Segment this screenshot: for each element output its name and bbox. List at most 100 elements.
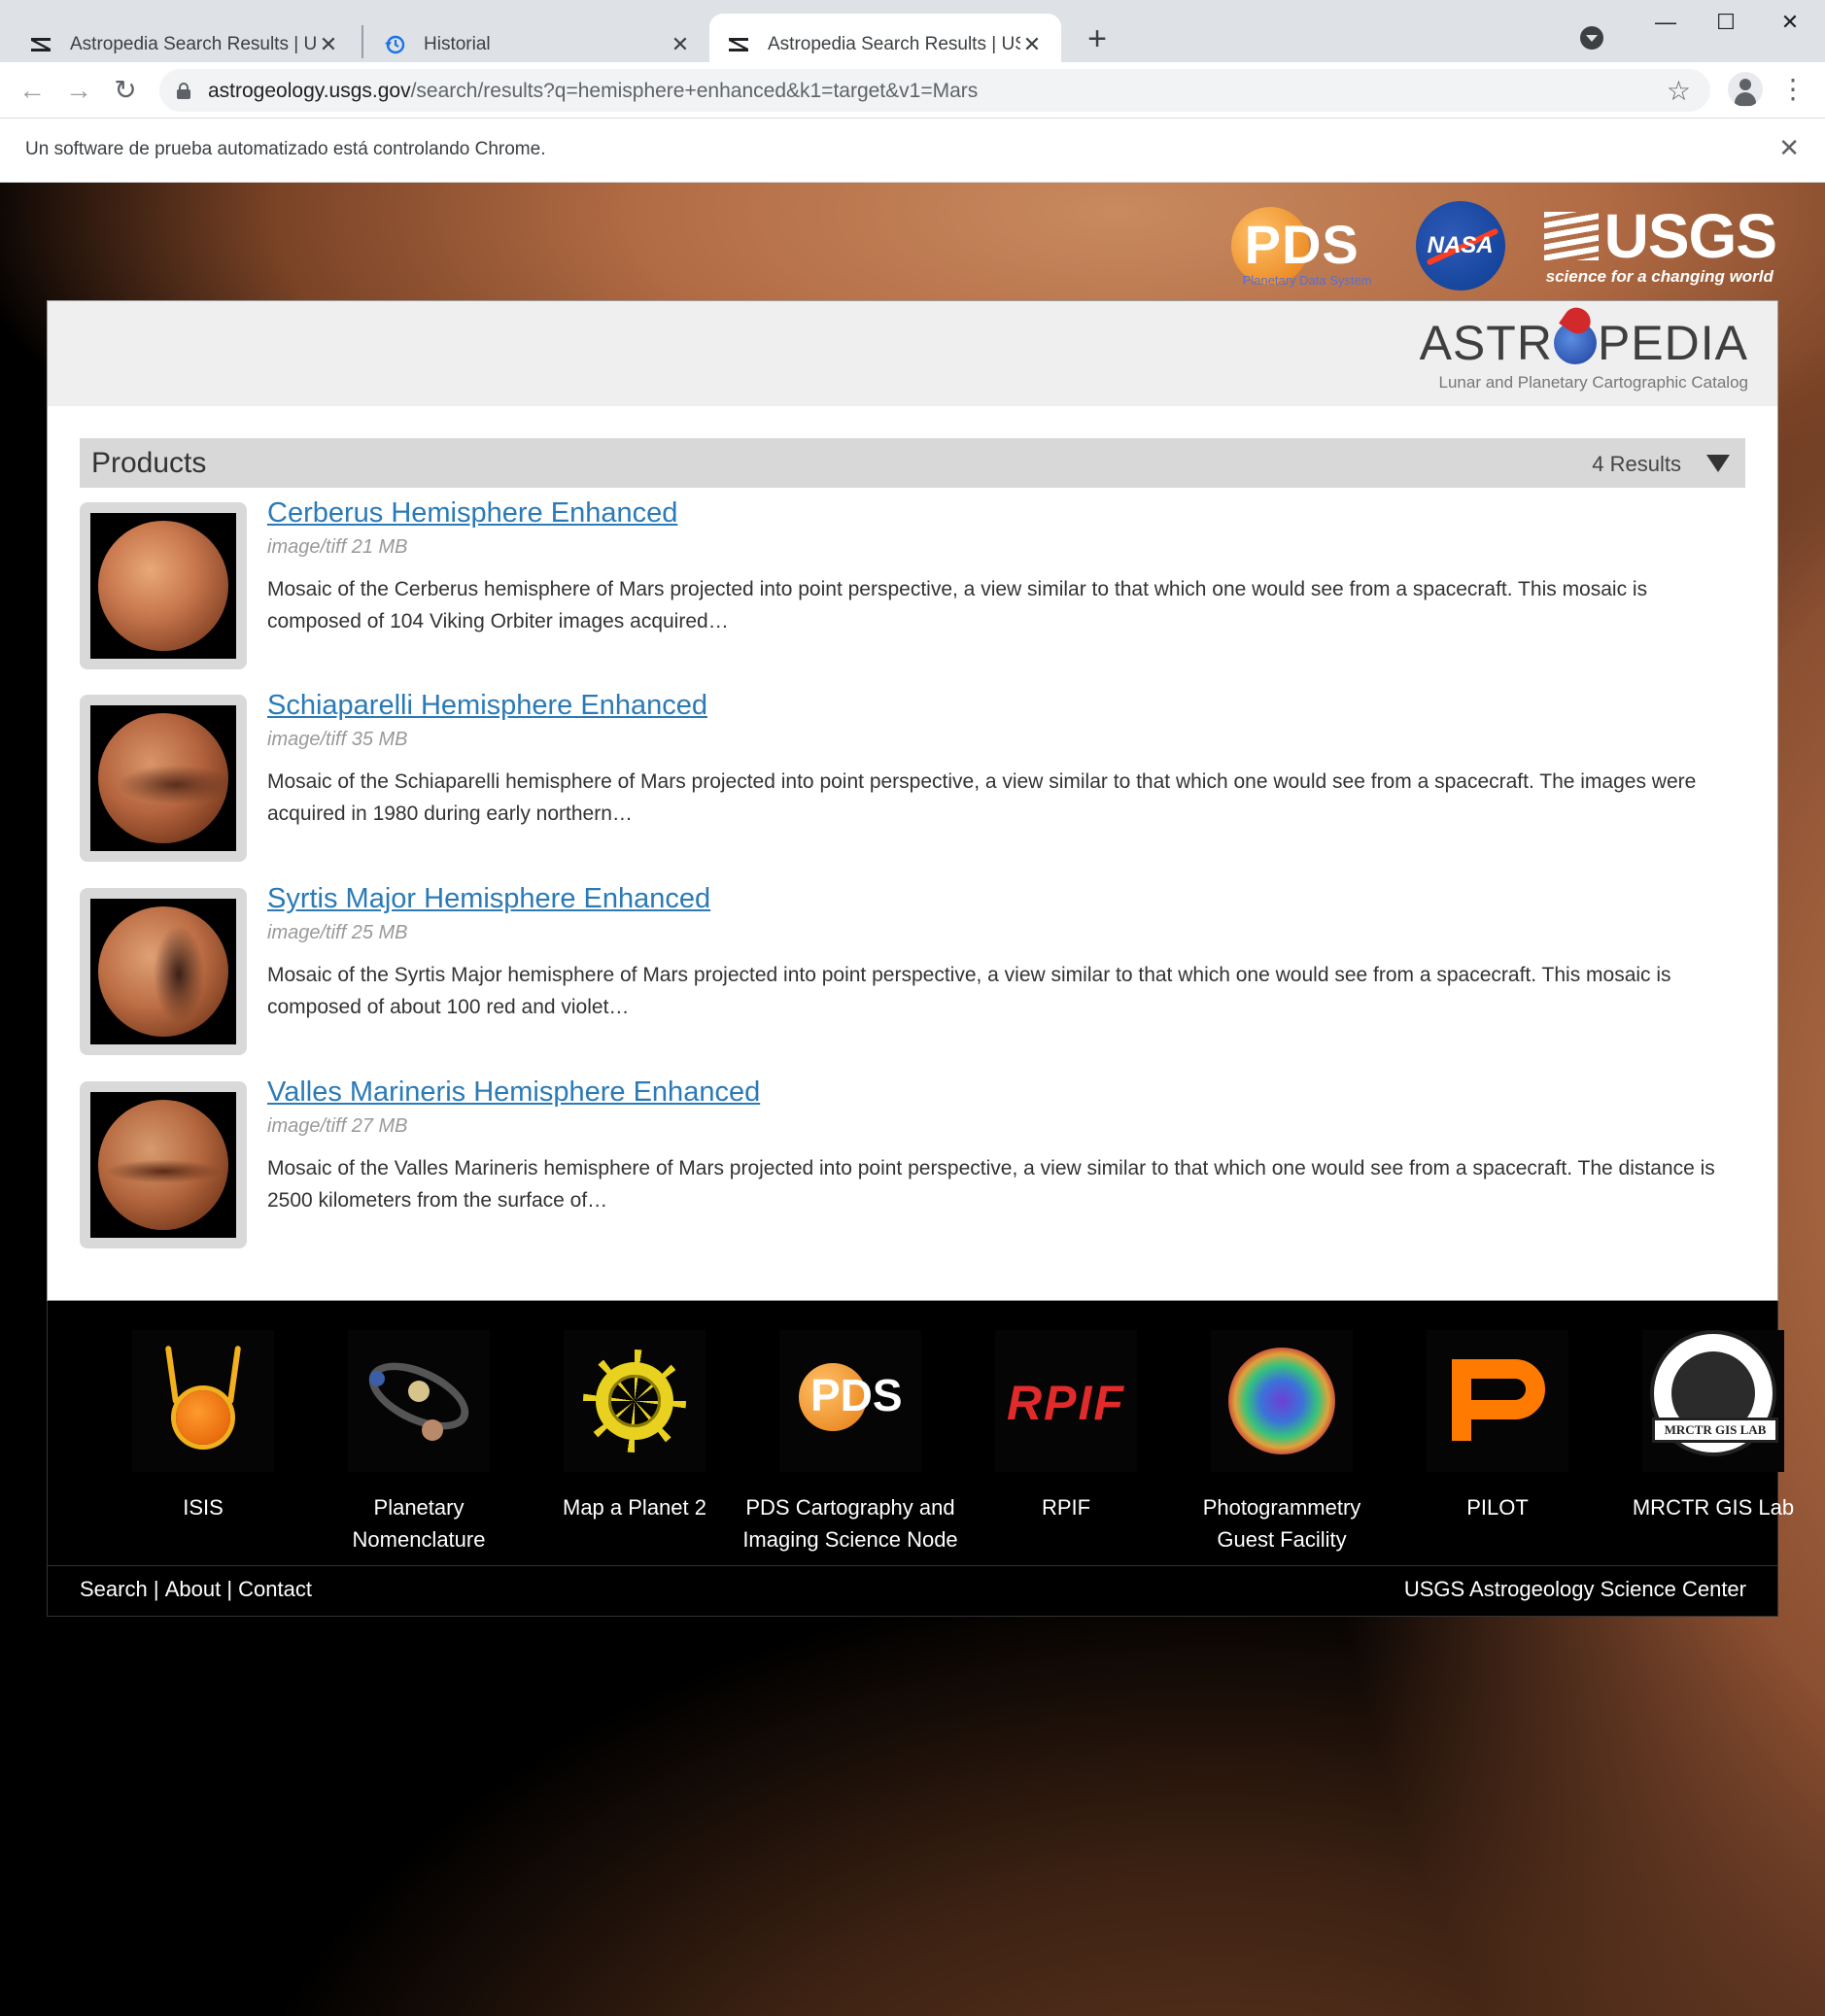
result-title-link[interactable]: Schiaparelli Hemisphere Enhanced [267,690,707,722]
solar-system-icon [348,1330,490,1472]
result-thumbnail[interactable] [80,1081,247,1248]
footer-tool-label: Map a Planet 2 [563,1495,706,1520]
tab-separator [362,25,363,58]
footer-separator: | [153,1577,159,1601]
reload-icon[interactable]: ↻ [107,72,144,109]
result-meta: image/tiff 27 MB [267,1115,408,1137]
usgs-logo[interactable]: USGS science for a changing world [1543,205,1777,287]
close-window-button[interactable]: ✕ [1771,10,1809,39]
footer-tool-mrctr[interactable]: MRCTR GIS LAB MRCTR GIS Lab [1605,1330,1821,1523]
url-host: astrogeology.usgs.gov [208,80,411,102]
pds-logo[interactable]: PDS Planetary Data System [1230,197,1377,294]
footer-tool-pilot[interactable]: PILOT [1390,1330,1605,1523]
automation-infobar: Un software de prueba automatizado está … [0,119,1825,183]
mars-syrtis-major-image [98,906,228,1037]
catalog-subtitle: Lunar and Planetary Cartographic Catalog [1438,373,1748,392]
mars-schiaparelli-image [98,713,228,843]
result-item: Valles Marineris Hemisphere Enhanced ima… [80,1076,1745,1248]
infobar-close-icon[interactable]: ✕ [1778,133,1800,163]
result-meta: image/tiff 25 MB [267,922,408,943]
result-item: Cerberus Hemisphere Enhanced image/tiff … [80,497,1745,669]
astropedia-logo[interactable]: ASTR PEDIA Lunar and Planetary Cartograph… [1420,315,1748,393]
mrctr-seal-icon: MRCTR GIS LAB [1642,1330,1784,1472]
tab-title: Historial [424,34,491,54]
result-title-link[interactable]: Syrtis Major Hemisphere Enhanced [267,883,710,915]
close-icon[interactable]: ✕ [1020,32,1044,57]
maximize-button[interactable]: ☐ [1706,10,1745,39]
nasa-logo[interactable]: NASA [1415,201,1505,290]
usgs-favicon-icon [29,33,52,56]
products-header[interactable]: Products 4 Results [80,438,1745,488]
footer-link-contact[interactable]: Contact [238,1577,312,1602]
footer-divider [48,1565,1777,1566]
rpif-logo-icon: RPIF [995,1330,1137,1472]
url-text[interactable]: astrogeology.usgs.gov/search/results?q=h… [208,80,978,103]
footer-tool-label: PILOT [1466,1495,1529,1520]
back-arrow-icon[interactable]: ← [14,72,51,109]
pilot-logo-icon [1427,1330,1568,1472]
browser-toolbar: ← → ↻ astrogeology.usgs.gov/search/resul… [0,62,1825,119]
footer-tool-label: RPIF [1041,1495,1091,1520]
result-thumbnail[interactable] [80,695,247,862]
close-icon[interactable]: ✕ [669,32,692,57]
infobar-message: Un software de prueba automatizado está … [25,139,546,159]
mars-valles-marineris-image [98,1100,228,1230]
collapse-triangle-icon[interactable] [1706,455,1730,472]
result-thumbnail[interactable] [80,888,247,1055]
usgs-favicon-icon [727,33,750,56]
address-bar[interactable]: astrogeology.usgs.gov/search/results?q=h… [159,69,1710,112]
result-title-link[interactable]: Valles Marineris Hemisphere Enhanced [267,1076,760,1109]
footer-tool-label: Planetary Nomenclature [352,1495,486,1552]
minimize-button[interactable]: — [1646,10,1685,39]
new-tab-button[interactable]: + [1077,19,1118,60]
result-thumbnail[interactable] [80,502,247,669]
bookmark-star-icon[interactable]: ☆ [1667,75,1691,107]
result-description: Mosaic of the Valles Marineris hemispher… [267,1157,1715,1212]
pds-logo-icon: PDS [779,1330,921,1472]
footer-tool-photogrammetry[interactable]: Photogrammetry Guest Facility [1174,1330,1390,1555]
footer-tool-nomenclature[interactable]: Planetary Nomenclature [311,1330,527,1555]
site-footer: ISIS Planetary Nomenclature Map a Planet… [47,1301,1794,1617]
lock-icon[interactable] [177,83,190,99]
history-icon [383,33,406,56]
kebab-menu-icon[interactable]: ⋮ [1778,72,1808,109]
astropedia-header: ASTR PEDIA Lunar and Planetary Cartograph… [48,301,1777,406]
results-count: 4 Results [1592,452,1681,476]
profile-avatar-icon[interactable] [1728,72,1763,107]
url-path: /search/results?q=hemisphere+enhanced&k1… [410,80,979,102]
result-title-link[interactable]: Cerberus Hemisphere Enhanced [267,497,677,530]
result-description: Mosaic of the Schiaparelli hemisphere of… [267,770,1697,825]
tab-search-icon[interactable] [1580,26,1603,50]
footer-tool-label: Photogrammetry Guest Facility [1202,1495,1361,1552]
map-a-planet-icon [564,1330,706,1472]
result-meta: image/tiff 35 MB [267,729,408,750]
footer-separator: | [226,1577,233,1601]
footer-tool-label: MRCTR GIS Lab [1632,1495,1795,1520]
footer-tool-pds-imaging[interactable]: PDS PDS Cartography and Imaging Science … [742,1330,958,1555]
close-icon[interactable]: ✕ [317,32,340,57]
page-viewport: PDS Planetary Data System NASA USGS scie… [0,183,1825,2016]
mars-cerberus-image [98,521,228,651]
footer-tool-isis[interactable]: ISIS [95,1330,311,1523]
footer-tool-map-a-planet[interactable]: Map a Planet 2 [527,1330,742,1523]
forward-arrow-icon[interactable]: → [60,72,97,109]
result-description: Mosaic of the Cerberus hemisphere of Mar… [267,578,1648,632]
result-item: Syrtis Major Hemisphere Enhanced image/t… [80,883,1745,1055]
content-card: ASTR PEDIA Lunar and Planetary Cartograph… [47,300,1778,1301]
photogrammetry-icon [1211,1330,1353,1472]
result-item: Schiaparelli Hemisphere Enhanced image/t… [80,690,1745,862]
partner-logos: PDS Planetary Data System NASA USGS scie… [1230,192,1777,299]
footer-tool-rpif[interactable]: RPIF RPIF [958,1330,1174,1523]
tab-title: Astropedia Search Results | USGS [768,34,1020,54]
result-meta: image/tiff 21 MB [267,536,408,558]
footer-links: Search | About | Contact [80,1577,312,1602]
footer-link-search[interactable]: Search [80,1577,148,1602]
products-title: Products [91,447,207,479]
isis-logo-icon [132,1330,274,1472]
planet-o-icon [1553,322,1597,364]
footer-center-name[interactable]: USGS Astrogeology Science Center [1404,1577,1746,1602]
result-description: Mosaic of the Syrtis Major hemisphere of… [267,964,1671,1018]
footer-link-about[interactable]: About [165,1577,222,1602]
footer-tool-label: ISIS [183,1495,224,1520]
tab-title: Astropedia Search Results | USGS [70,34,317,54]
